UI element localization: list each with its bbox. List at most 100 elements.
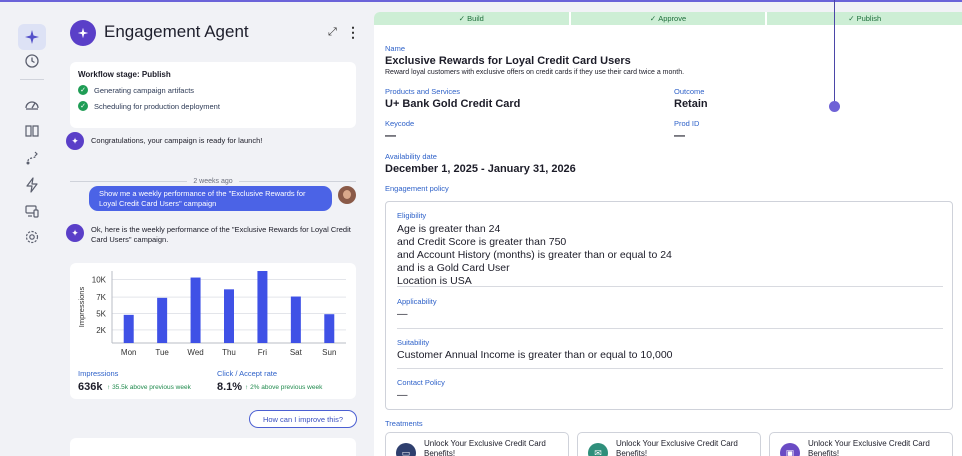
step-label: Build <box>467 14 484 23</box>
chat-panel: Engagement Agent ⤢ ⋮ Workflow stage: Pub… <box>62 12 364 456</box>
engagement-policy-box: Eligibility Age is greater than 24 and C… <box>385 201 953 410</box>
screen-icon: ▭ <box>396 443 416 456</box>
agent-avatar <box>70 20 96 46</box>
rail-analytics-button[interactable] <box>18 92 46 118</box>
x-tick-label: Fri <box>258 348 268 357</box>
bot-message-text: Congratulations, your campaign is ready … <box>91 136 263 145</box>
expand-icon[interactable]: ⤢ <box>328 26 337 39</box>
contact-policy-label: Contact Policy <box>397 378 445 387</box>
metric-value: 636k <box>78 381 103 393</box>
y-tick-label: 10K <box>92 276 107 285</box>
chart-bar <box>224 289 234 343</box>
eligibility-rules: Age is greater than 24 and Credit Score … <box>397 223 672 288</box>
treatment-title: Unlock Your Exclusive Credit Card Benefi… <box>424 439 546 456</box>
x-tick-label: Mon <box>121 348 137 357</box>
applicability-value: — <box>397 308 408 320</box>
clock-icon <box>25 54 39 68</box>
rail-agent-button[interactable] <box>18 24 46 50</box>
mail-icon: ✉ <box>588 443 608 456</box>
rail-library-button[interactable] <box>18 118 46 144</box>
chart-bar <box>324 314 335 343</box>
prodid-value: — <box>674 130 685 142</box>
rail-divider <box>20 79 44 80</box>
workflow-stage-card: Workflow stage: Publish ✓ Generating cam… <box>70 62 356 128</box>
workflow-steps: ✓ Build ✓ Approve ✓ Publish <box>374 12 962 25</box>
policy-divider <box>397 328 943 329</box>
divider-line <box>238 180 356 182</box>
chart-bar <box>257 271 268 343</box>
prodid-label: Prod ID <box>674 119 700 128</box>
metric-value: 8.1% <box>217 381 243 393</box>
chart-bar <box>123 314 134 343</box>
metric-delta-text: 35.5k above previous week <box>112 384 191 391</box>
y-tick-label: 2K <box>96 326 106 335</box>
rail-automation-button[interactable] <box>18 172 46 198</box>
eligibility-label: Eligibility <box>397 211 427 220</box>
campaign-name: Exclusive Rewards for Loyal Credit Card … <box>385 55 631 67</box>
campaign-detail-panel: ✓ Build ✓ Approve ✓ Publish Name Exclusi… <box>374 12 962 456</box>
top-accent-line <box>0 0 962 2</box>
treatments-label: Treatments <box>385 419 423 428</box>
step-build[interactable]: ✓ Build <box>374 12 571 25</box>
gear-icon <box>25 230 39 244</box>
treatment-card[interactable]: ✉ Unlock Your Exclusive Credit Card Bene… <box>577 432 761 456</box>
availability-value: December 1, 2025 - January 31, 2026 <box>385 163 576 175</box>
step-label: Publish <box>856 14 882 23</box>
chat-input-card <box>70 438 356 456</box>
user-message: Show me a weekly performance of the "Exc… <box>89 186 332 211</box>
metric-delta: ↑ 35.5k above previous week <box>107 384 191 391</box>
policy-divider <box>397 286 943 287</box>
outcome-label: Outcome <box>674 87 705 96</box>
rail-channels-button[interactable] <box>18 198 46 224</box>
check-circle-icon: ✓ <box>78 85 88 95</box>
workflow-step: ✓ Scheduling for production deployment <box>78 101 348 111</box>
time-divider: 2 weeks ago <box>70 176 356 186</box>
user-avatar <box>338 186 356 204</box>
workflow-stage-title: Workflow stage: Publish <box>78 70 171 79</box>
metric-label: Impressions <box>78 369 119 378</box>
keycode-label: Keycode <box>385 119 415 128</box>
treatment-card[interactable]: ▭ Unlock Your Exclusive Credit Card Bene… <box>385 432 569 456</box>
rail-journeys-button[interactable] <box>18 145 46 171</box>
products-label: Products and Services <box>385 87 461 96</box>
left-rail <box>8 12 56 456</box>
rail-settings-button[interactable] <box>18 224 46 250</box>
check-circle-icon: ✓ <box>78 101 88 111</box>
applicability-label: Applicability <box>397 297 437 306</box>
availability-label: Availability date <box>385 152 437 161</box>
workflow-step-label: Generating campaign artifacts <box>94 85 195 95</box>
eligibility-rule: and Account History (months) is greater … <box>397 248 672 261</box>
divider-line <box>70 180 188 182</box>
policy-divider <box>397 368 943 369</box>
more-options-icon[interactable]: ⋮ <box>346 24 360 41</box>
engagement-policy-label: Engagement policy <box>385 184 449 193</box>
devices-icon: ▣ <box>780 443 800 456</box>
eligibility-rule: and Credit Score is greater than 750 <box>397 235 567 248</box>
agent-title: Engagement Agent <box>104 22 249 41</box>
x-tick-label: Sun <box>322 348 336 357</box>
eligibility-rule: and is a Gold Card User <box>397 261 510 274</box>
bot-message: ✦ Ok, here is the weekly performance of … <box>66 224 356 245</box>
book-icon <box>25 125 39 137</box>
user-avatar-face <box>343 190 351 199</box>
annotation-pin-line <box>834 0 835 106</box>
metric-label: Click / Accept rate <box>217 369 278 378</box>
bot-message: ✦ Congratulations, your campaign is read… <box>66 132 356 150</box>
performance-chart-card: 2K 5K 7K 10K Impressions Mon Tue Wed Thu Fri Sat Su… <box>70 263 356 399</box>
rail-history-button[interactable] <box>18 48 46 74</box>
y-axis-label: Impressions <box>77 287 86 328</box>
products-value: U+ Bank Gold Credit Card <box>385 98 521 110</box>
step-publish[interactable]: ✓ Publish <box>767 12 962 25</box>
treatment-title: Unlock Your Exclusive Credit Card Benefi… <box>616 439 738 456</box>
time-divider-label: 2 weeks ago <box>193 177 233 185</box>
improve-suggestion-button[interactable]: How can I improve this? <box>249 410 357 428</box>
sparkle-icon <box>25 30 39 44</box>
devices-icon <box>25 205 39 218</box>
step-approve[interactable]: ✓ Approve <box>570 12 768 25</box>
sparkle-icon: ✦ <box>66 224 84 242</box>
annotation-pin-dot <box>829 101 840 112</box>
x-tick-label: Tue <box>155 348 169 357</box>
treatment-card[interactable]: ▣ Unlock Your Exclusive Credit Card Bene… <box>769 432 953 456</box>
treatment-title: Unlock Your Exclusive Credit Card Benefi… <box>808 439 930 456</box>
bot-message-text: Ok, here is the weekly performance of th… <box>91 225 351 245</box>
